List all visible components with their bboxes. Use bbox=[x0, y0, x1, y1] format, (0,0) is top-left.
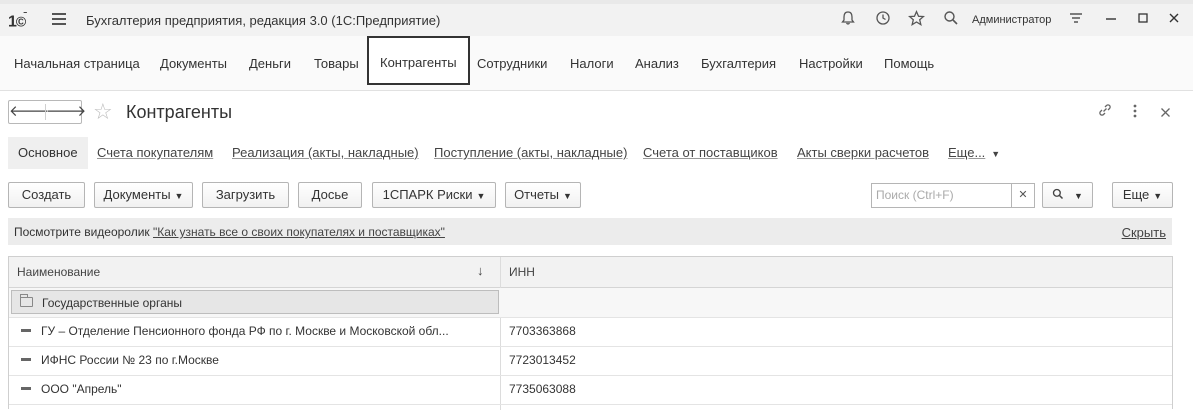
row-name: ГУ – Отделение Пенсионного фонда РФ по г… bbox=[41, 324, 449, 338]
user-name[interactable]: Администратор bbox=[972, 14, 1051, 26]
tab-reconciliation[interactable]: Акты сверки расчетов bbox=[797, 145, 929, 160]
form-title: Контрагенты bbox=[126, 102, 233, 122]
table-header: Наименование ↓ ИНН bbox=[9, 257, 1172, 288]
group-cell: Государственные органы bbox=[11, 290, 499, 314]
history-icon[interactable] bbox=[873, 10, 893, 30]
search-input[interactable]: Поиск (Ctrl+F) bbox=[871, 183, 1011, 208]
section-counterparties[interactable]: Контрагенты bbox=[367, 36, 470, 85]
reports-button[interactable]: Отчеты ▼ bbox=[505, 182, 581, 208]
info-panel: Посмотрите видеоролик "Как узнать все о … bbox=[8, 218, 1172, 245]
section-settings[interactable]: Настройки bbox=[799, 56, 863, 71]
minimize-icon[interactable] bbox=[1101, 10, 1121, 30]
counterparties-table: Наименование ↓ ИНН Государственные орган… bbox=[8, 256, 1173, 410]
section-taxes[interactable]: Налоги bbox=[570, 56, 614, 71]
title-bar: 1©̄ Бухгалтерия предприятия, редакция 3.… bbox=[0, 4, 1193, 37]
row-inn: 7735063088 bbox=[509, 382, 576, 396]
more-vertical-icon[interactable] bbox=[1133, 104, 1137, 122]
app-title: Бухгалтерия предприятия, редакция 3.0 (1… bbox=[86, 13, 441, 28]
row-inn: 7723013452 bbox=[509, 353, 576, 367]
link-icon[interactable] bbox=[1097, 102, 1113, 122]
sort-down-arrow-icon: ↓ bbox=[477, 263, 484, 278]
tab-supplier-invoices[interactable]: Счета от поставщиков bbox=[643, 145, 778, 160]
clear-search-icon[interactable]: ✕ bbox=[1011, 183, 1035, 208]
maximize-icon[interactable] bbox=[1133, 10, 1153, 30]
section-goods[interactable]: Товары bbox=[314, 56, 359, 71]
1c-logo: 1©̄ bbox=[8, 11, 26, 31]
table-row[interactable]: ИФНС России № 23 по г.Москве 7723013452 bbox=[9, 346, 1172, 376]
sections-panel: Начальная страница Документы Деньги Това… bbox=[0, 36, 1193, 91]
column-name-header[interactable]: Наименование bbox=[17, 265, 100, 279]
section-employees[interactable]: Сотрудники bbox=[477, 56, 547, 71]
chevron-down-icon: ▼ bbox=[476, 191, 486, 201]
tab-more[interactable]: Еще... ▼ bbox=[948, 145, 1000, 160]
section-analysis[interactable]: Анализ bbox=[635, 56, 679, 71]
row-name: ИФНС России № 23 по г.Москве bbox=[41, 353, 219, 367]
nav-buttons: 🡐 🡒 bbox=[8, 100, 86, 124]
info-text: Посмотрите видеоролик "Как узнать все о … bbox=[14, 225, 445, 239]
search-icon bbox=[1052, 188, 1064, 200]
table-row[interactable]: ГУ – Отделение Пенсионного фонда РФ по г… bbox=[9, 317, 1172, 347]
table-row[interactable]: ООО "Апрель" 7735063088 bbox=[9, 375, 1172, 405]
favorite-star-icon[interactable]: ☆ bbox=[93, 100, 113, 124]
section-money[interactable]: Деньги bbox=[249, 56, 291, 71]
row-name: ООО "Апрель" bbox=[41, 382, 122, 396]
row-inn: 7703363868 bbox=[509, 324, 576, 338]
settings-menu-icon[interactable] bbox=[1066, 10, 1086, 30]
item-marker-icon bbox=[21, 387, 31, 390]
hide-link[interactable]: Скрыть bbox=[1122, 225, 1166, 240]
tab-main[interactable]: Основное bbox=[8, 137, 88, 169]
load-button[interactable]: Загрузить bbox=[202, 182, 289, 208]
table-row-group[interactable]: Государственные органы bbox=[9, 288, 1172, 318]
section-home[interactable]: Начальная страница bbox=[14, 56, 140, 71]
chevron-down-icon: ▼ bbox=[174, 191, 184, 201]
back-arrow-icon[interactable]: 🡐 bbox=[9, 101, 49, 123]
search-icon[interactable] bbox=[941, 10, 961, 30]
chevron-down-icon: ▼ bbox=[991, 149, 1001, 159]
chevron-down-icon: ▼ bbox=[1153, 191, 1163, 201]
dossier-button[interactable]: Досье bbox=[298, 182, 362, 208]
chevron-down-icon: ▼ bbox=[563, 191, 572, 201]
section-help[interactable]: Помощь bbox=[884, 56, 934, 71]
video-link[interactable]: "Как узнать все о своих покупателях и по… bbox=[153, 225, 445, 239]
more-button[interactable]: Еще ▼ bbox=[1112, 182, 1173, 208]
chevron-down-icon: ▼ bbox=[1074, 191, 1083, 201]
group-name: Государственные органы bbox=[42, 296, 183, 310]
tab-receipts[interactable]: Поступление (акты, накладные) bbox=[434, 145, 627, 160]
search-button[interactable]: ▼ bbox=[1042, 182, 1093, 208]
item-marker-icon bbox=[21, 358, 31, 361]
create-button[interactable]: Создать bbox=[8, 182, 85, 208]
bell-icon[interactable] bbox=[838, 10, 858, 30]
favorites-star-icon[interactable] bbox=[906, 9, 926, 30]
close-window-icon[interactable] bbox=[1164, 10, 1184, 30]
item-marker-icon bbox=[21, 329, 31, 332]
forward-arrow-icon[interactable]: 🡒 bbox=[46, 101, 86, 123]
column-inn-header[interactable]: ИНН bbox=[509, 265, 535, 279]
section-accounting[interactable]: Бухгалтерия bbox=[701, 56, 776, 71]
section-documents[interactable]: Документы bbox=[160, 56, 227, 71]
main-menu-icon[interactable] bbox=[52, 13, 66, 25]
tab-sales[interactable]: Реализация (акты, накладные) bbox=[232, 145, 419, 160]
spark-risks-button[interactable]: 1СПАРК Риски ▼ bbox=[372, 182, 496, 208]
folder-icon bbox=[20, 294, 33, 307]
close-form-icon[interactable] bbox=[1160, 105, 1171, 122]
documents-button[interactable]: Документы ▼ bbox=[94, 182, 193, 208]
tab-customer-invoices[interactable]: Счета покупателям bbox=[97, 145, 213, 160]
